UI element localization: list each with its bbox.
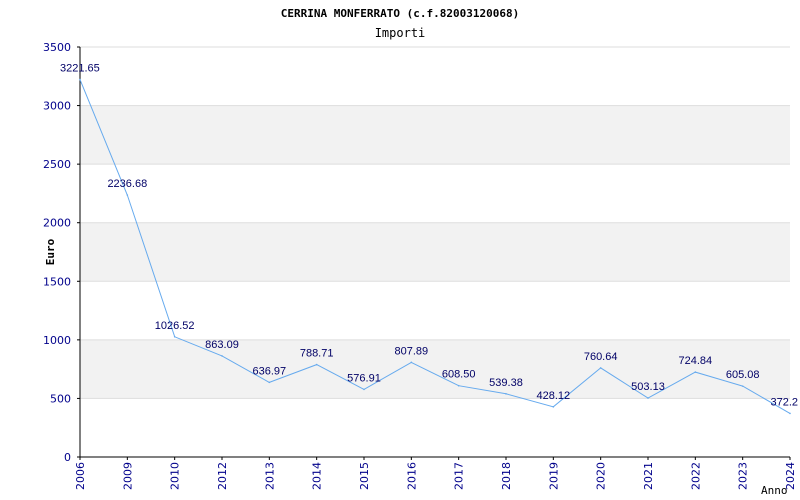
- background-band: [80, 105, 790, 165]
- x-tick-label: 2018: [500, 462, 513, 490]
- data-point: [268, 381, 271, 384]
- data-label: 1026.52: [155, 320, 195, 332]
- data-point: [315, 363, 318, 366]
- x-tick-label: 2012: [216, 462, 229, 490]
- x-tick-label: 2023: [737, 462, 750, 490]
- data-label: 788.71: [300, 348, 334, 360]
- y-tick-label: 3000: [43, 100, 71, 113]
- x-tick-label: 2015: [358, 462, 371, 490]
- line-chart: CERRINA MONFERRATO (c.f.82003120068) Imp…: [43, 7, 798, 497]
- data-label: 807.89: [395, 345, 429, 357]
- x-tick-label: 2022: [689, 462, 702, 490]
- x-tick-label: 2010: [169, 462, 182, 490]
- data-point: [410, 361, 413, 364]
- data-label: 724.84: [679, 355, 713, 367]
- y-tick-label: 2000: [43, 217, 71, 230]
- data-label: 3221.65: [60, 63, 100, 75]
- background-band: [80, 339, 790, 399]
- x-tick-label: 2021: [642, 462, 655, 490]
- x-axis-ticks: 2006 2009 2010 2012 2013 2014 2015 2016 2017 2018…: [74, 457, 797, 490]
- data-point: [363, 388, 365, 391]
- data-label: 576.91: [347, 372, 381, 384]
- y-tick-label: 500: [50, 392, 71, 405]
- chart-title: CERRINA MONFERRATO (c.f.82003120068): [281, 7, 519, 20]
- data-label: 428.12: [537, 390, 571, 402]
- data-point: [221, 355, 223, 357]
- data-point: [552, 406, 555, 408]
- y-tick-label: 1000: [43, 334, 71, 347]
- x-tick-label: 2006: [74, 462, 87, 490]
- data-label: 608.50: [442, 369, 476, 381]
- x-tick-label: 2017: [453, 462, 466, 490]
- y-tick-label: 1500: [43, 275, 71, 288]
- background-band: [80, 222, 790, 282]
- data-point: [457, 384, 460, 387]
- x-tick-label: 2014: [311, 462, 324, 490]
- data-label: 2236.68: [107, 178, 147, 190]
- data-label: 760.64: [584, 351, 618, 363]
- data-point: [126, 194, 129, 196]
- data-point: [647, 397, 649, 399]
- chart-subtitle: Importi: [375, 26, 426, 40]
- y-tick-label: 3500: [43, 41, 71, 54]
- x-tick-label: 2016: [405, 462, 418, 490]
- data-point: [789, 412, 791, 415]
- data-label: 863.09: [205, 339, 239, 351]
- y-tick-label: 2500: [43, 158, 71, 171]
- x-tick-label: 2009: [121, 462, 134, 490]
- y-axis-label: Euro: [44, 238, 57, 265]
- x-tick-label: 2020: [595, 462, 608, 490]
- data-label: 372.2: [770, 396, 798, 408]
- data-point: [79, 78, 81, 81]
- x-tick-label: 2013: [263, 462, 276, 490]
- y-tick-label: 0: [64, 451, 71, 464]
- data-label: 605.08: [726, 369, 760, 381]
- data-label: 503.13: [631, 381, 665, 393]
- data-point: [505, 393, 507, 395]
- data-label: 539.38: [489, 377, 523, 389]
- data-point: [173, 335, 176, 338]
- data-point: [694, 371, 697, 373]
- x-tick-label: 2019: [547, 462, 560, 490]
- data-point: [599, 367, 602, 369]
- data-label: 636.97: [253, 365, 287, 377]
- data-point: [741, 385, 744, 387]
- x-axis-label: Anno: [761, 484, 788, 497]
